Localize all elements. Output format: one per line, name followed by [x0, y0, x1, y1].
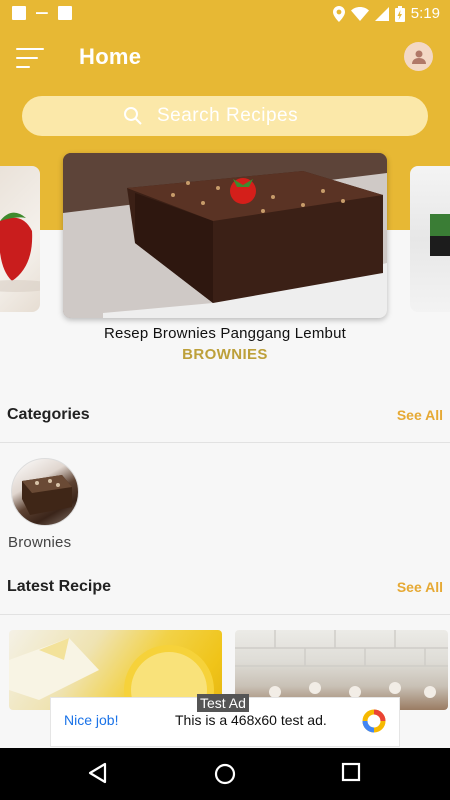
user-icon[interactable]	[404, 42, 433, 71]
latest-recipe-header: Latest Recipe See All	[7, 578, 443, 596]
status-indicators: 5:19	[332, 5, 440, 22]
notification-icon	[12, 6, 26, 20]
search-icon	[124, 107, 142, 125]
dessert-image	[430, 214, 450, 256]
carousel-card-previous[interactable]	[0, 166, 40, 312]
brownie-image	[63, 153, 387, 318]
status-time: 5:19	[410, 5, 440, 22]
back-triangle-icon[interactable]	[87, 762, 109, 784]
status-notifications: ▬▬	[12, 6, 72, 20]
category-item-brownies[interactable]: Brownies	[8, 458, 88, 551]
signal-icon	[374, 6, 389, 21]
latest-recipe-see-all-link[interactable]: See All	[397, 579, 443, 595]
category-label: Brownies	[8, 534, 72, 551]
battery-icon	[394, 5, 405, 22]
notification-text-icon: ▬▬	[36, 10, 48, 16]
notification-icon	[57, 6, 72, 20]
search-bar[interactable]	[22, 96, 428, 136]
ad-banner[interactable]: Test Ad Nice job! This is a 468x60 test …	[50, 694, 400, 747]
ad-badge: Test Ad	[197, 694, 249, 712]
latest-recipe-title: Latest Recipe	[7, 578, 112, 595]
ad-text[interactable]: This is a 468x60 test ad.	[175, 712, 327, 728]
featured-recipe-image[interactable]	[63, 153, 387, 318]
featured-recipe-title[interactable]: Resep Brownies Panggang Lembut	[0, 325, 450, 342]
strawberry-image	[0, 212, 40, 292]
status-bar: ▬▬ 5:19	[0, 0, 450, 28]
categories-title: Categories	[7, 406, 90, 423]
system-nav-bar	[0, 748, 450, 800]
location-icon	[332, 5, 345, 22]
recents-square-icon[interactable]	[341, 762, 361, 782]
wifi-icon	[350, 6, 369, 21]
ad-headline[interactable]: Nice job!	[64, 712, 118, 728]
home-circle-icon[interactable]	[213, 762, 237, 786]
page-title: Home	[79, 44, 142, 69]
categories-see-all-link[interactable]: See All	[397, 407, 443, 423]
menu-icon[interactable]	[16, 46, 46, 70]
search-input[interactable]	[157, 105, 327, 127]
category-image	[11, 458, 79, 526]
ad-logo-icon	[362, 709, 386, 733]
categories-header: Categories See All	[7, 406, 443, 424]
featured-recipe-category: BROWNIES	[182, 346, 268, 363]
divider	[0, 442, 450, 443]
divider	[0, 614, 450, 615]
carousel-card-next[interactable]	[410, 166, 450, 312]
